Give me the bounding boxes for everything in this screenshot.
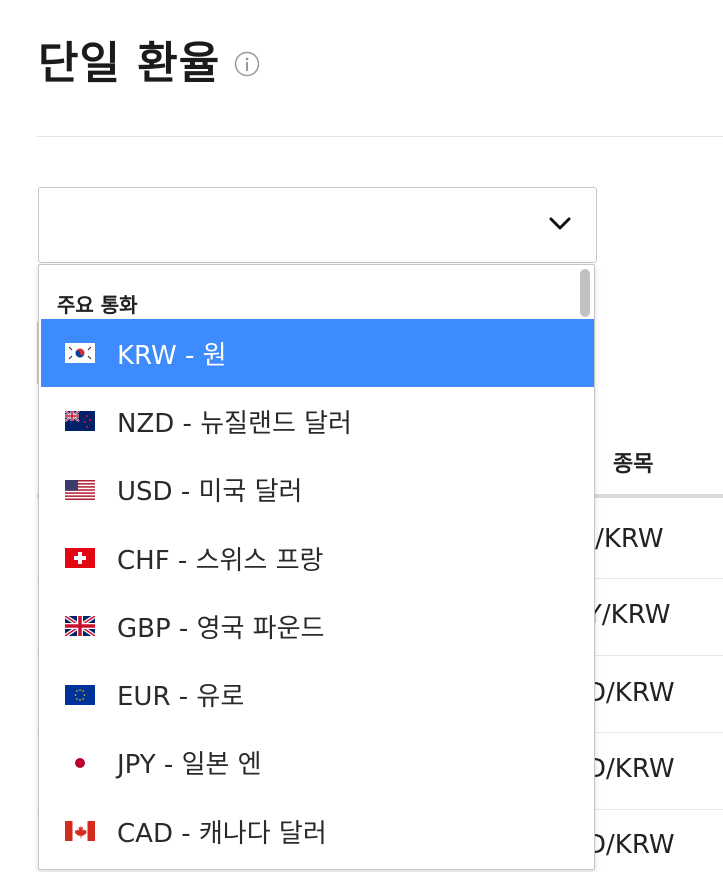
option-nzd[interactable]: NZD - 뉴질랜드 달러 [41,387,594,455]
option-label: EUR - 유로 [117,682,245,713]
table-row[interactable]: D/KRW [586,754,723,784]
flag-ca-icon [65,821,95,842]
option-gbp[interactable]: GBP - 영국 파운드 [41,592,594,660]
scrollbar-thumb[interactable] [580,269,590,317]
flag-kr-icon [65,343,95,364]
currency-dropdown-list[interactable]: 주요 통화 KRW - 원 NZD - 뉴질랜드 달러 USD - 미국 달러 [38,264,595,870]
option-usd[interactable]: USD - 미국 달러 [41,456,594,524]
option-cad[interactable]: CAD - 캐나다 달러 [41,797,594,865]
flag-ch-icon [65,548,95,569]
table-row[interactable]: R/KRW [577,524,723,554]
table-row[interactable]: D/KRW [586,678,723,708]
title-row: 단일 환율 [38,42,260,86]
info-icon[interactable] [234,51,260,77]
option-label: CHF - 스위스 프랑 [117,545,324,576]
currency-pair: D/KRW [586,830,675,860]
table-row[interactable]: Y/KRW [586,600,723,630]
currency-pair: D/KRW [586,754,675,784]
option-jpy[interactable]: JPY - 일본 엔 [41,729,594,797]
flag-eu-icon [65,684,95,705]
currency-pair: D/KRW [586,678,675,708]
option-label: NZD - 뉴질랜드 달러 [117,408,352,439]
flag-us-icon [65,479,95,500]
flag-jp-icon [65,752,95,773]
option-label: GBP - 영국 파운드 [117,613,325,644]
option-label: USD - 미국 달러 [117,477,303,508]
table-row[interactable]: D/KRW [586,830,723,860]
flag-gb-icon [65,616,95,637]
currency-select[interactable] [38,187,597,263]
chevron-down-icon[interactable] [548,216,572,232]
option-krw[interactable]: KRW - 원 [41,319,594,388]
page: 단일 환율 종목 R/KRW Y/KRW D/KRW D/KRW D/KRW 주… [0,0,723,872]
options-list: KRW - 원 NZD - 뉴질랜드 달러 USD - 미국 달러 CHF - … [41,319,594,865]
page-title: 단일 환율 [38,38,221,89]
option-chf[interactable]: CHF - 스위스 프랑 [41,524,594,592]
group-label-major-currencies: 주요 통화 [57,293,138,317]
option-eur[interactable]: EUR - 유로 [41,660,594,728]
currency-pair: Y/KRW [586,600,671,630]
option-label: JPY - 일본 엔 [117,750,262,781]
option-label: CAD - 캐나다 달러 [117,818,327,849]
flag-nz-icon [65,411,95,432]
title-divider [37,136,723,137]
column-header-item: 종목 [613,452,654,477]
option-label: KRW - 원 [117,340,227,371]
